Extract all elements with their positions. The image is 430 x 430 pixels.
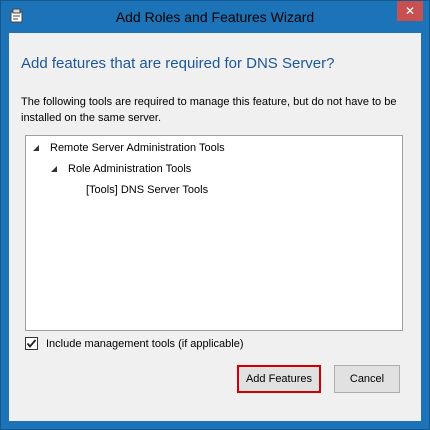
- include-management-tools-checkbox[interactable]: [25, 337, 38, 350]
- dialog-description: The following tools are required to mana…: [21, 96, 397, 124]
- window-title: Add Roles and Features Wizard: [115, 9, 315, 25]
- cancel-button[interactable]: Cancel: [334, 365, 400, 393]
- dialog-body: Add features that are required for DNS S…: [9, 33, 421, 421]
- tree-node-dns-server-tools[interactable]: [Tools] DNS Server Tools: [86, 184, 208, 196]
- tree-node-role-admin-tools[interactable]: Role Administration Tools: [48, 163, 191, 175]
- dialog-heading: Add features that are required for DNS S…: [21, 55, 335, 72]
- wizard-window: Add Roles and Features Wizard ✕ Add feat…: [0, 0, 430, 430]
- include-management-tools-row[interactable]: Include management tools (if applicable): [25, 337, 244, 350]
- tree-node-label: Role Administration Tools: [68, 163, 192, 175]
- add-features-button[interactable]: Add Features: [237, 365, 321, 393]
- include-management-tools-label: Include management tools (if applicable): [46, 337, 244, 350]
- expanded-arrow-icon[interactable]: [30, 142, 42, 154]
- tree-node-remote-server-admin-tools[interactable]: Remote Server Administration Tools: [30, 142, 225, 154]
- title-bar[interactable]: Add Roles and Features Wizard ✕: [1, 1, 429, 33]
- tree-node-label: Remote Server Administration Tools: [50, 142, 225, 154]
- tree-node-label: [Tools] DNS Server Tools: [86, 184, 209, 196]
- close-button[interactable]: ✕: [397, 1, 423, 21]
- close-icon: ✕: [404, 4, 416, 18]
- expanded-arrow-icon[interactable]: [48, 163, 60, 175]
- features-tree[interactable]: Remote Server Administration Tools Role …: [25, 135, 403, 331]
- checkmark-icon: [26, 339, 37, 348]
